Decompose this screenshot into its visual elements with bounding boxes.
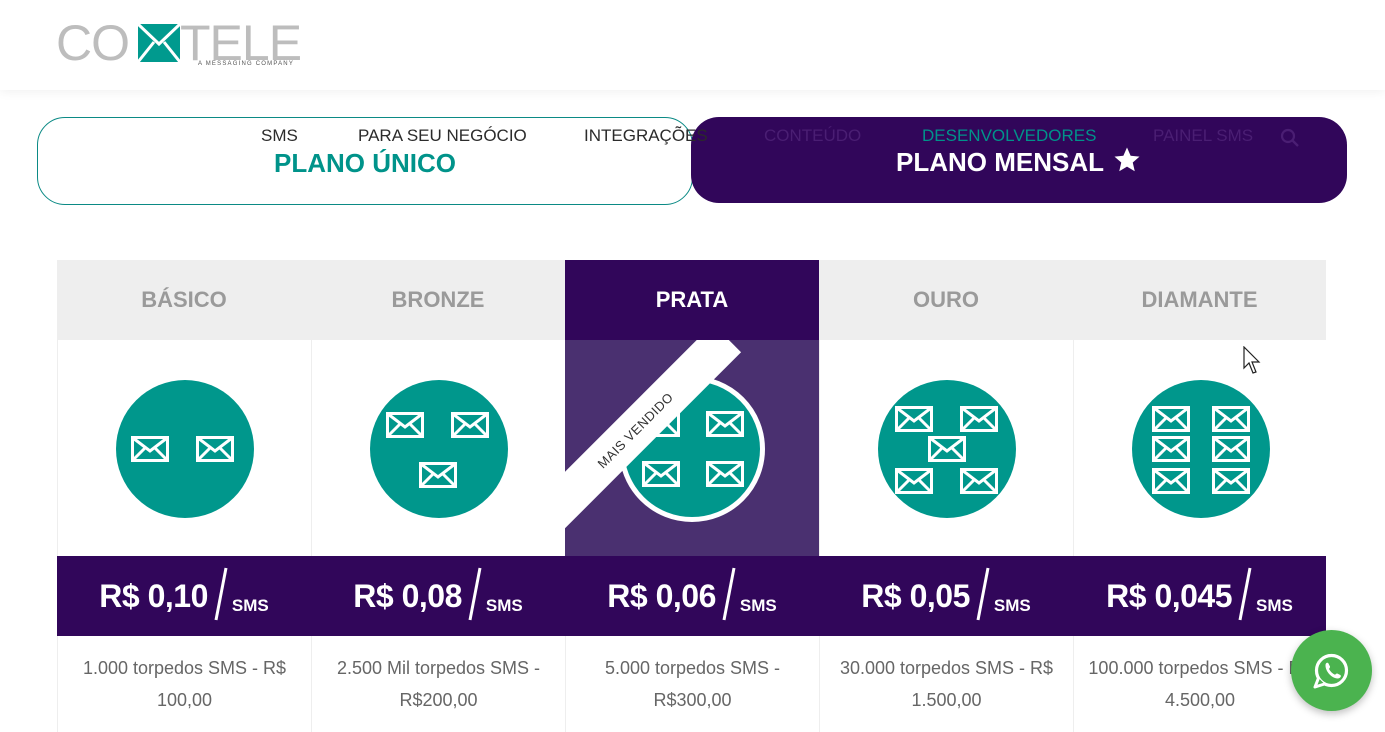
envelope-icon xyxy=(928,436,966,462)
star-icon xyxy=(1114,147,1140,172)
search-icon[interactable] xyxy=(1280,128,1300,148)
envelope-icon xyxy=(419,462,457,488)
plan-diamante[interactable]: DIAMANTE R$ 0,045 SMS 100.000 torpedos S… xyxy=(1073,260,1326,732)
slash-divider xyxy=(976,567,990,621)
tab-plano-unico-label: PLANO ÚNICO xyxy=(274,147,456,178)
price-value: R$ 0,10 xyxy=(99,577,208,614)
slash-divider xyxy=(214,567,228,621)
logo-tagline: A MESSAGING COMPANY xyxy=(198,61,295,67)
plan-bronze[interactable]: BRONZE R$ 0,08 SMS 2.500 Mil torpedos SM… xyxy=(311,260,565,732)
plan-description: 100.000 torpedos SMS - R$ 4.500,00 xyxy=(1073,636,1326,732)
price-unit: SMS xyxy=(231,596,269,615)
plan-description: 1.000 torpedos SMS - R$ 100,00 xyxy=(57,636,311,732)
site-header: CO TELE A MESSAGING COMPANY xyxy=(0,0,1385,90)
envelope-icon xyxy=(451,412,489,438)
logo-text-left: CO xyxy=(56,15,130,71)
plan-basico[interactable]: BÁSICO R$ 0,10 SMS 1.000 torpedos SMS - … xyxy=(57,260,311,732)
envelope-circle xyxy=(1132,380,1270,518)
plan-name: BRONZE xyxy=(311,260,565,340)
plan-description: 5.000 torpedos SMS - R$300,00 xyxy=(565,636,819,732)
plan-description: 30.000 torpedos SMS - R$ 1.500,00 xyxy=(819,636,1073,732)
price-bar: R$ 0,10 SMS xyxy=(57,556,311,636)
envelope-icon xyxy=(642,461,680,487)
envelope-icon xyxy=(960,468,998,494)
price-bar: R$ 0,05 SMS xyxy=(819,556,1073,636)
tab-plano-mensal-label: PLANO MENSAL xyxy=(896,146,1104,177)
plan-illustration xyxy=(1073,340,1326,556)
envelope-icon xyxy=(1212,436,1250,462)
plan-name: OURO xyxy=(819,260,1073,340)
envelope-icon xyxy=(1152,468,1190,494)
price-unit: SMS xyxy=(993,596,1031,615)
whatsapp-icon xyxy=(1313,653,1349,689)
envelope-icon xyxy=(895,406,933,432)
plan-name: DIAMANTE xyxy=(1073,260,1326,340)
nav-item-integracoes[interactable]: INTEGRAÇÕES xyxy=(584,126,708,146)
plan-name: PRATA xyxy=(565,260,819,340)
envelope-icon xyxy=(895,468,933,494)
envelope-icon xyxy=(131,436,169,462)
slash-divider xyxy=(468,567,482,621)
price-value: R$ 0,05 xyxy=(861,577,970,614)
envelope-icon xyxy=(386,412,424,438)
nav-item-conteudo[interactable]: CONTEÚDO xyxy=(764,126,861,146)
plan-description: 2.500 Mil torpedos SMS - R$200,00 xyxy=(311,636,565,732)
envelope-icon xyxy=(196,436,234,462)
price-value: R$ 0,06 xyxy=(607,577,716,614)
whatsapp-button[interactable] xyxy=(1291,630,1372,711)
price-bar: R$ 0,045 SMS xyxy=(1073,556,1326,636)
plan-name: BÁSICO xyxy=(57,260,311,340)
slash-divider xyxy=(1238,567,1252,621)
envelope-circle xyxy=(878,380,1016,518)
envelope-icon xyxy=(1212,406,1250,432)
plan-illustration: MAIS VENDIDO xyxy=(565,340,819,556)
price-unit: SMS xyxy=(1256,596,1293,615)
slash-divider xyxy=(722,567,736,621)
price-bar: R$ 0,08 SMS xyxy=(311,556,565,636)
envelope-circle xyxy=(116,380,254,518)
plan-ouro[interactable]: OURO R$ 0,05 SMS 30.000 torpedos SMS - R… xyxy=(819,260,1073,732)
price-bar: R$ 0,06 SMS xyxy=(565,556,819,636)
price-unit: SMS xyxy=(739,596,777,615)
price-unit: SMS xyxy=(485,596,523,615)
nav-item-sms[interactable]: SMS xyxy=(261,126,298,146)
logo-envelope-icon xyxy=(138,24,180,62)
envelope-circle xyxy=(370,380,508,518)
nav-item-para-seu-negocio[interactable]: PARA SEU NEGÓCIO xyxy=(358,126,527,146)
envelope-icon xyxy=(1152,436,1190,462)
envelope-icon xyxy=(1212,468,1250,494)
comtele-logo[interactable]: CO TELE A MESSAGING COMPANY xyxy=(56,18,316,74)
envelope-icon xyxy=(1152,406,1190,432)
price-value: R$ 0,045 xyxy=(1106,577,1233,614)
envelope-icon xyxy=(706,411,744,437)
mouse-cursor-icon xyxy=(1243,346,1261,374)
plan-illustration xyxy=(819,340,1073,556)
plan-illustration xyxy=(311,340,565,556)
envelope-icon xyxy=(706,461,744,487)
envelope-icon xyxy=(960,406,998,432)
nav-item-painel-sms[interactable]: PAINEL SMS xyxy=(1153,126,1253,146)
plan-illustration xyxy=(57,340,311,556)
plan-prata[interactable]: PRATA MAIS VENDIDO R$ 0,06 SMS 5.000 tor… xyxy=(565,260,819,732)
pricing-table: BÁSICO R$ 0,10 SMS 1.000 torpedos SMS - … xyxy=(57,260,1326,732)
price-value: R$ 0,08 xyxy=(353,577,462,614)
nav-item-desenvolvedores[interactable]: DESENVOLVEDORES xyxy=(922,126,1096,146)
